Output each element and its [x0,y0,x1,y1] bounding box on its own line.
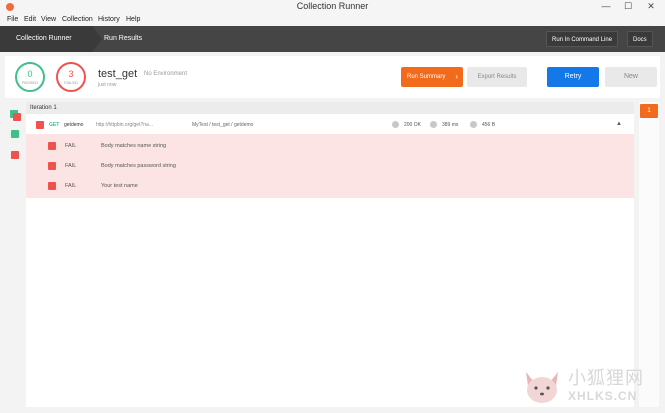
environment-label: No Environment [144,71,188,77]
test-result: FAIL [65,163,77,169]
docs-button[interactable]: Docs [627,31,653,47]
breadcrumb-collection-runner[interactable]: Collection Runner [0,26,92,52]
request-status-pass-icon[interactable] [11,130,19,138]
iteration-status-fail-icon[interactable] [13,113,21,121]
collection-name: test_get [98,68,138,80]
time-dot-icon [430,121,437,128]
run-summary-label: Run Summary [407,74,446,80]
breadcrumb-separator [92,26,102,52]
fox-logo-icon [526,372,558,403]
test-result-row: FAIL Your test name [26,176,634,196]
request-url: http://httpbin.org/get?na... [96,122,153,128]
minimize-button[interactable]: — [596,0,616,14]
watermark: 小狐狸网 XHLKS.CN [520,362,660,410]
runner-header: Collection Runner Run Results Run In Com… [0,26,665,52]
chevron-right-icon: › [455,72,458,81]
test-name: Your test name [101,183,138,189]
fail-status-icon [48,162,56,170]
request-name: getdemo [64,122,84,128]
passed-count-circle: 0 PASSED [15,62,45,92]
fail-status-icon [48,182,56,190]
watermark-cn: 小狐狸网 [568,368,644,389]
run-in-command-line-button[interactable]: Run In Command Line [546,31,619,47]
export-results-button[interactable]: Export Results [467,67,527,87]
title-bar: Collection Runner — ☐ ✕ [0,0,665,14]
size-dot-icon [470,121,477,128]
response-status: 200 OK [404,122,421,128]
test-name: Body matches name string [101,143,167,149]
run-timestamp: just now [98,82,117,88]
test-result: FAIL [65,183,77,189]
passed-label: PASSED [22,80,38,85]
response-size: 456 B [482,122,496,128]
window-title: Collection Runner [296,1,369,11]
passed-count: 0 [27,69,33,79]
run-summary-button[interactable]: Run Summary › [401,67,463,87]
close-button[interactable]: ✕ [641,0,661,14]
request-status-fail-icon[interactable] [11,151,19,159]
test-name: Body matches password string [101,163,176,169]
request-method: GET [49,122,60,128]
test-result-row: FAIL Body matches password string [26,156,634,176]
test-result: FAIL [65,143,77,149]
failed-label: FAILED [64,80,78,85]
menu-view[interactable]: View [41,16,56,23]
request-row[interactable]: GET getdemo http://httpbin.org/get?na...… [26,116,634,134]
failed-count: 3 [68,69,74,79]
response-time: 389 ms [442,122,459,128]
request-path: MyTest / test_get / getdemo [192,122,254,128]
run-summary-panel: 0 PASSED 3 FAILED test_get just now No E… [5,56,660,98]
menu-help[interactable]: Help [126,16,140,23]
request-fail-icon [36,121,44,129]
retry-button[interactable]: Retry [547,67,599,87]
menu-file[interactable]: File [7,16,18,23]
test-result-row: FAIL Body matches name string [26,136,634,156]
new-button[interactable]: New [605,67,657,87]
test-results-list: FAIL Body matches name string FAIL Body … [26,134,634,198]
menu-bar: File Edit View Collection History Help [0,14,665,26]
collapse-arrow-icon[interactable]: ▲ [616,121,622,127]
watermark-en: XHLKS.CN [568,389,638,403]
breadcrumb-run-results[interactable]: Run Results [104,26,142,52]
failed-count-circle: 3 FAILED [56,62,86,92]
fail-status-icon [48,142,56,150]
menu-history[interactable]: History [98,16,120,23]
status-dot-icon [392,121,399,128]
menu-collection[interactable]: Collection [62,16,93,23]
iteration-header: Iteration 1 [26,102,634,114]
maximize-button[interactable]: ☐ [618,0,638,14]
iteration-badge[interactable]: 1 [640,104,658,118]
menu-edit[interactable]: Edit [24,16,36,23]
